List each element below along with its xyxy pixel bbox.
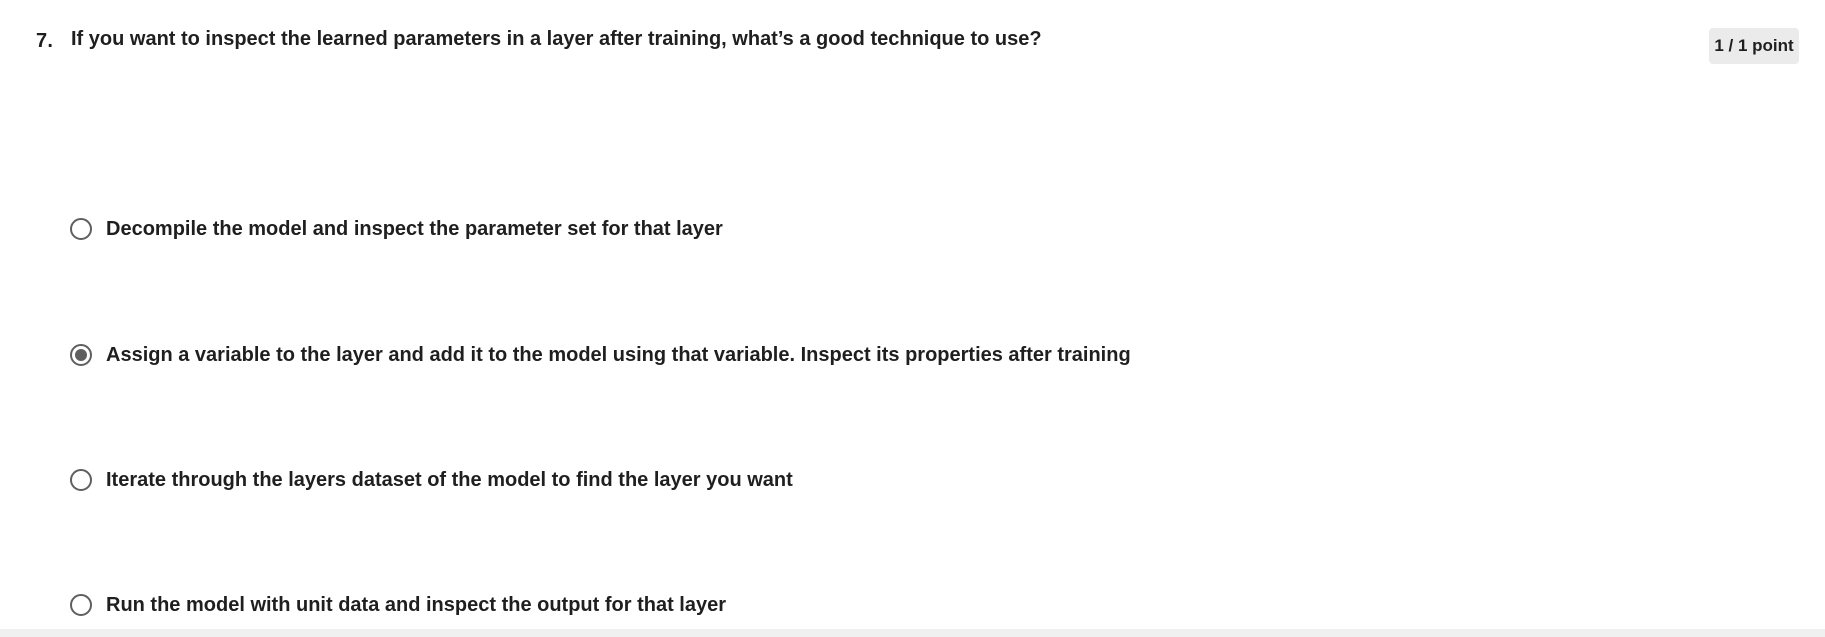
radio-button-selected-icon[interactable] <box>70 344 92 366</box>
question-text: If you want to inspect the learned param… <box>71 28 1042 50</box>
question-number: 7. <box>36 30 54 52</box>
radio-button-unselected-icon[interactable] <box>70 218 92 240</box>
answer-option-2[interactable]: Assign a variable to the layer and add i… <box>70 340 1131 370</box>
answer-option-3[interactable]: Iterate through the layers dataset of th… <box>70 465 793 495</box>
points-badge: 1 / 1 point <box>1709 28 1799 64</box>
quiz-question-page: 7. If you want to inspect the learned pa… <box>0 0 1825 637</box>
answer-option-1[interactable]: Decompile the model and inspect the para… <box>70 214 723 244</box>
radio-button-unselected-icon[interactable] <box>70 594 92 616</box>
answer-option-label: Run the model with unit data and inspect… <box>106 593 727 616</box>
answer-option-label: Iterate through the layers dataset of th… <box>106 468 793 491</box>
answer-option-4[interactable]: Run the model with unit data and inspect… <box>70 590 726 620</box>
answer-option-label: Assign a variable to the layer and add i… <box>106 343 1131 366</box>
page-divider <box>0 629 1825 637</box>
radio-button-unselected-icon[interactable] <box>70 469 92 491</box>
answer-option-label: Decompile the model and inspect the para… <box>106 217 723 240</box>
